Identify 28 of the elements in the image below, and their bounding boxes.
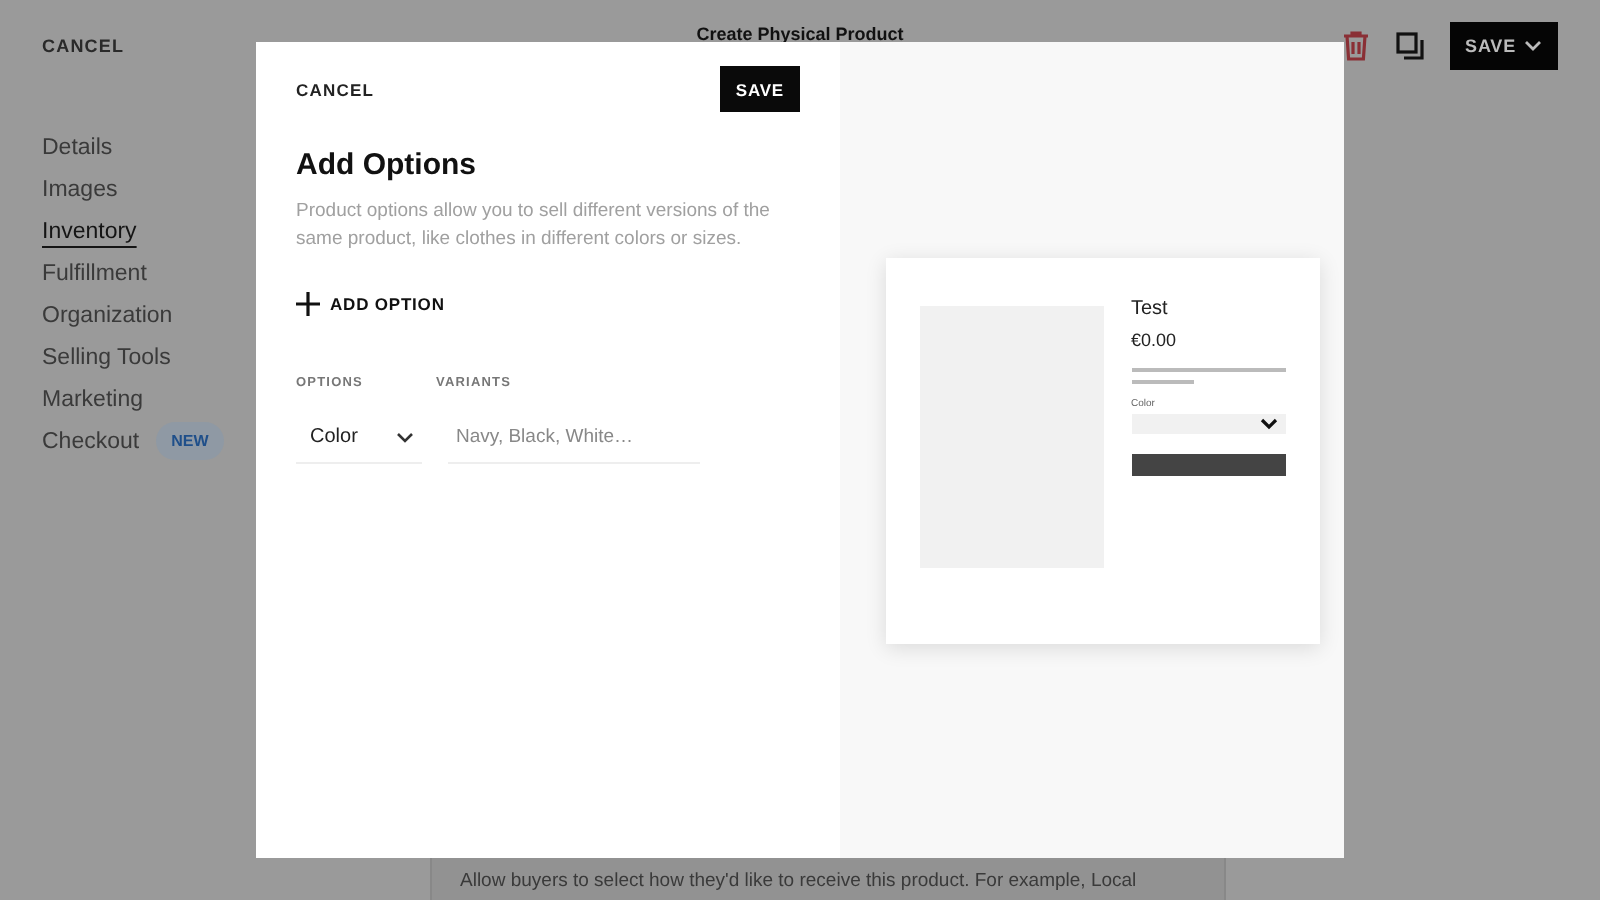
fulfillment-description: Allow buyers to select how they'd like to receive this product. For example, Local [460, 870, 1137, 892]
nav-item[interactable]: Fulfillment [42, 261, 147, 285]
nav-item[interactable]: Organization [42, 303, 173, 327]
option-dropdown[interactable]: Color [296, 412, 422, 464]
dialog-description: Product options allow you to sell different versions of the same product, like clothes in different colors or sizes. [296, 198, 772, 252]
plus-icon [296, 292, 320, 316]
add-option-button[interactable]: ADD OPTION [296, 292, 445, 316]
chevron-down-icon [396, 431, 414, 443]
chevron-down-icon [1259, 417, 1277, 429]
product-price: €0.00 [1131, 329, 1179, 349]
nav-item[interactable]: Selling Tools [42, 345, 171, 369]
new-badge: NEW [155, 422, 225, 460]
cancel-link[interactable]: CANCEL [296, 79, 375, 99]
save-button[interactable]: SAVE [1449, 22, 1558, 70]
trash-icon[interactable] [1341, 30, 1370, 62]
nav-item[interactable]: Images [42, 177, 118, 201]
nav-item[interactable]: Checkout [42, 429, 140, 453]
save-button[interactable]: SAVE [719, 66, 800, 112]
caret-icon [1524, 40, 1542, 52]
cancel-link[interactable]: CANCEL [42, 36, 125, 56]
nav-item[interactable]: Inventory [42, 219, 137, 243]
page-title: Create Physical Product [694, 24, 906, 44]
product-title: Test [1131, 297, 1170, 319]
nav-item[interactable]: Details [42, 135, 113, 159]
nav-item[interactable]: Marketing [42, 387, 143, 411]
text-line [1131, 379, 1193, 383]
duplicate-icon[interactable] [1395, 32, 1424, 60]
dialog-heading: Add Options [296, 148, 478, 182]
